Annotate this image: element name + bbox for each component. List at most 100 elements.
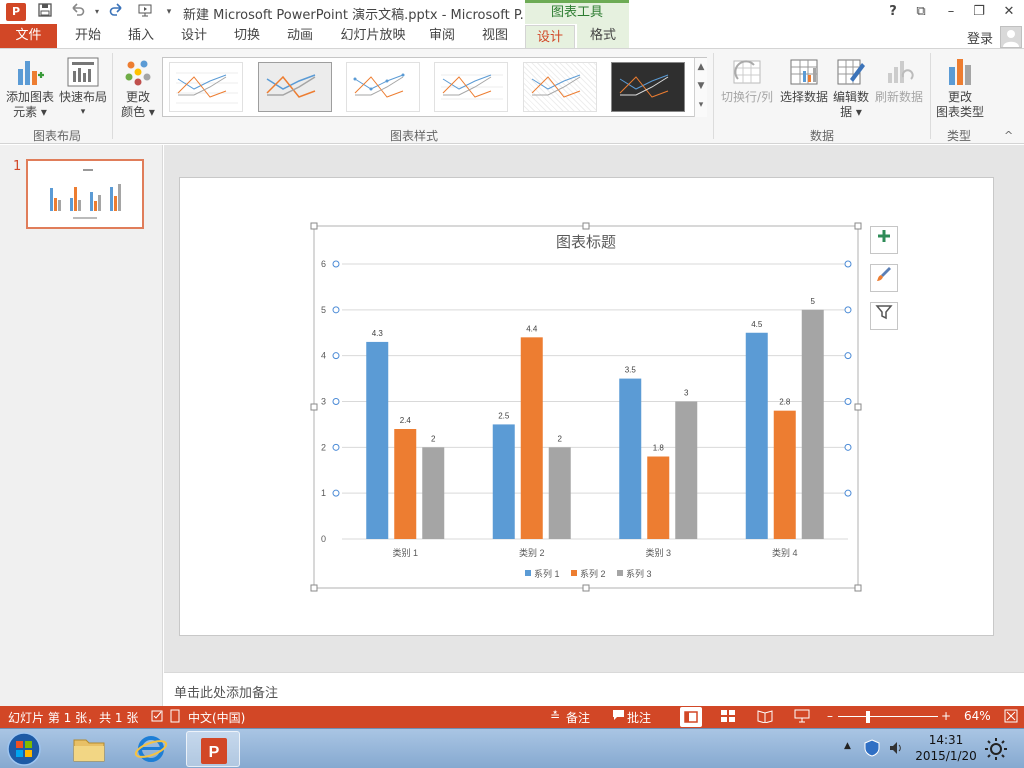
minimize-icon[interactable]: – — [938, 2, 964, 22]
ribbon-display-options-icon[interactable]: ⧉ — [908, 2, 934, 22]
resize-handle[interactable] — [854, 222, 862, 230]
axis-selection-handle-left[interactable] — [332, 443, 340, 451]
taskbar-powerpoint[interactable]: P — [186, 731, 240, 767]
chart-bar[interactable] — [745, 332, 768, 539]
tab-chart-design[interactable]: 设计 — [525, 25, 575, 49]
chart-object[interactable]: 图表标题 0 1 2 3 4 5 6 4.3 2.4 2 2.5 4.4 2 3.5 1.8 3 4.5 2.8… — [310, 222, 866, 594]
axis-selection-handle-right[interactable] — [844, 489, 852, 497]
normal-view-icon[interactable] — [680, 707, 702, 727]
spell-check-icon[interactable] — [151, 709, 165, 726]
resize-handle[interactable] — [310, 584, 318, 592]
tab-home[interactable]: 开始 — [66, 24, 110, 48]
undo-icon[interactable] — [66, 2, 88, 22]
chart-filters-button[interactable] — [870, 302, 898, 330]
tab-view[interactable]: 视图 — [473, 24, 517, 48]
tab-insert[interactable]: 插入 — [119, 24, 163, 48]
taskbar-internet-explorer[interactable] — [124, 731, 178, 767]
chart-bar[interactable] — [619, 378, 642, 539]
security-shield-icon[interactable] — [864, 739, 880, 760]
chart-bar[interactable] — [422, 447, 445, 539]
resize-handle[interactable] — [310, 222, 318, 230]
change-colors-button[interactable]: 更改 颜色 ▾ — [118, 57, 158, 120]
quick-layout-button[interactable]: 快速布局 ▾ — [58, 57, 108, 120]
zoom-level[interactable]: 64% — [964, 709, 991, 723]
legend-entry[interactable]: 系列 3 — [626, 568, 652, 579]
notes-toggle-icon[interactable]: ≛ — [550, 709, 560, 723]
axis-selection-handle-left[interactable] — [332, 306, 340, 314]
axis-selection-handle-right[interactable] — [844, 306, 852, 314]
axis-selection-handle-right[interactable] — [844, 443, 852, 451]
legend-entry[interactable]: 系列 1 — [534, 568, 560, 579]
comments-icon[interactable] — [612, 709, 625, 724]
chart-bar[interactable] — [647, 456, 670, 540]
switch-row-column-button[interactable]: 切换行/列 — [718, 57, 776, 105]
show-hidden-icons-icon[interactable]: ▲ — [844, 741, 851, 751]
zoom-slider-thumb[interactable] — [866, 711, 870, 723]
zoom-out-icon[interactable]: – — [827, 709, 833, 723]
resize-handle[interactable] — [310, 403, 318, 411]
edit-data-button[interactable]: 编辑数 据 ▾ — [830, 57, 872, 120]
chart-bar[interactable] — [801, 309, 824, 539]
tab-transitions[interactable]: 切换 — [225, 24, 269, 48]
chart-bar[interactable] — [773, 410, 796, 539]
chart-bar[interactable] — [548, 447, 571, 539]
taskbar-file-explorer[interactable] — [62, 731, 116, 767]
select-data-button[interactable]: 选择数据 — [778, 57, 830, 105]
chart-style-thumb-1[interactable] — [169, 62, 243, 112]
axis-selection-handle-right[interactable] — [844, 398, 852, 405]
notes-toggle-button[interactable]: 备注 — [566, 709, 590, 726]
gallery-scroll-down-icon[interactable]: ▼ — [694, 77, 707, 96]
tab-animations[interactable]: 动画 — [278, 24, 322, 48]
customize-toolbar-icon[interactable]: ▾ — [158, 2, 180, 22]
chart-bar[interactable] — [366, 341, 389, 539]
slide-thumbnail[interactable] — [26, 159, 144, 229]
slide-count-status[interactable]: 幻灯片 第 1 张，共 1 张 — [8, 709, 138, 726]
save-icon[interactable] — [34, 2, 56, 22]
resize-handle[interactable] — [854, 403, 862, 411]
help-icon[interactable]: ? — [880, 2, 906, 22]
gallery-scroll-up-icon[interactable]: ▲ — [694, 58, 707, 77]
tab-design[interactable]: 设计 — [172, 24, 216, 48]
chart-style-thumb-3[interactable] — [346, 62, 420, 112]
account-avatar[interactable] — [1000, 26, 1022, 48]
axis-selection-handle-left[interactable] — [332, 352, 340, 360]
axis-selection-handle-left[interactable] — [332, 489, 340, 497]
tab-review[interactable]: 审阅 — [420, 24, 464, 48]
tab-slide-show[interactable]: 幻灯片放映 — [333, 24, 413, 48]
chart-style-thumb-4[interactable] — [434, 62, 508, 112]
axis-selection-handle-right[interactable] — [844, 352, 852, 360]
zoom-slider[interactable] — [838, 716, 938, 717]
chart-styles-button[interactable] — [870, 264, 898, 292]
redo-icon[interactable] — [106, 2, 128, 22]
fit-to-window-icon[interactable] — [1004, 709, 1018, 726]
maximize-icon[interactable]: ❐ — [966, 2, 992, 22]
resize-handle[interactable] — [582, 222, 590, 230]
chart-elements-button[interactable] — [870, 226, 898, 254]
legend-entry[interactable]: 系列 2 — [580, 568, 606, 579]
chart-style-thumb-2[interactable] — [258, 62, 332, 112]
tab-file[interactable]: 文件 — [0, 24, 57, 48]
collapse-ribbon-icon[interactable]: ^ — [1004, 129, 1013, 142]
gallery-more-icon[interactable]: ▾ — [694, 96, 707, 117]
slide-sorter-view-icon[interactable] — [720, 709, 736, 726]
chart-bar[interactable] — [492, 424, 515, 539]
chart-bar[interactable] — [394, 429, 417, 539]
add-chart-element-button[interactable]: 添加图表 元素 ▾ — [4, 57, 56, 120]
chart-style-thumb-6[interactable] — [611, 62, 685, 112]
powerpoint-logo-icon[interactable]: P — [6, 3, 26, 21]
start-button[interactable] — [4, 731, 44, 767]
chart-title[interactable]: 图表标题 — [556, 234, 616, 251]
brightness-icon[interactable] — [984, 737, 1008, 764]
axis-selection-handle-left[interactable] — [332, 260, 340, 268]
resize-handle[interactable] — [854, 584, 862, 592]
close-icon[interactable]: ✕ — [996, 2, 1022, 22]
slide-show-icon[interactable] — [794, 709, 810, 726]
system-clock[interactable]: 14:31 2015/1/20 — [910, 732, 982, 764]
start-from-beginning-icon[interactable] — [134, 2, 156, 22]
chart-style-thumb-5[interactable] — [523, 62, 597, 112]
undo-dropdown-icon[interactable]: ▾ — [86, 2, 108, 22]
change-chart-type-button[interactable]: 更改 图表类型 — [934, 57, 986, 120]
zoom-in-icon[interactable]: + — [941, 709, 951, 723]
comments-button[interactable]: 批注 — [627, 709, 651, 726]
chart-bar[interactable] — [520, 337, 543, 539]
